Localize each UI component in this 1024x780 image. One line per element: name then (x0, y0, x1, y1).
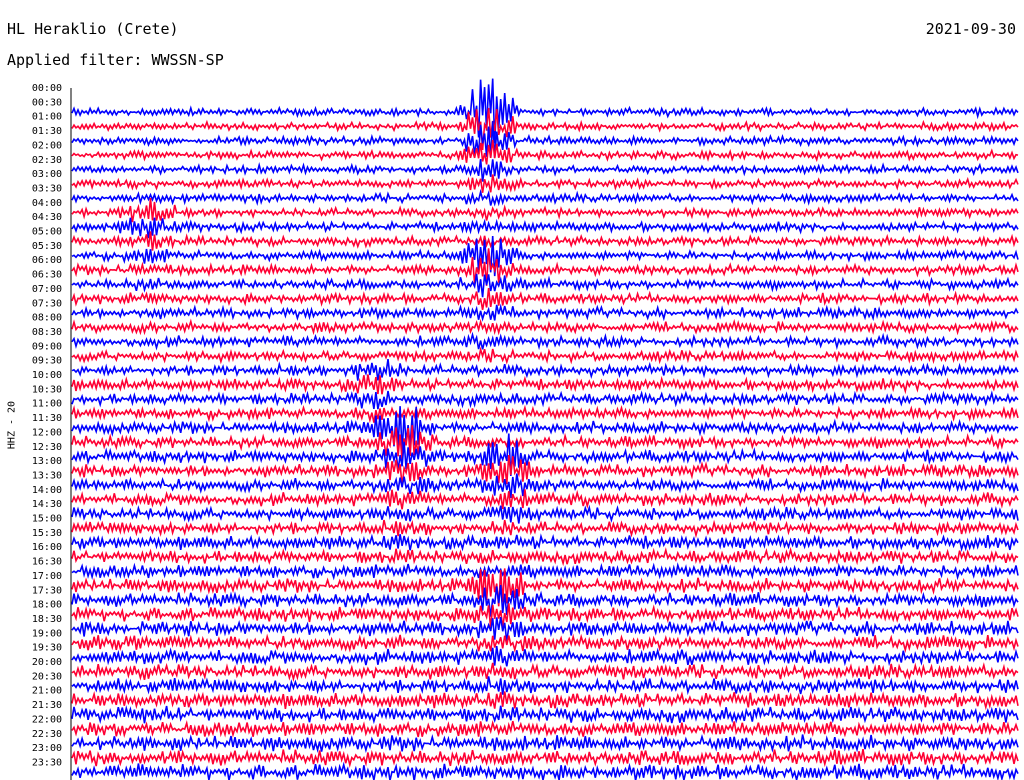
time-tick-0400: 04:00 (32, 198, 62, 209)
trace-line-2130 (71, 719, 1019, 738)
time-tick-1000: 10:00 (32, 370, 62, 381)
trace-line-0700 (71, 303, 1019, 322)
trace-line-1030 (71, 404, 1019, 424)
trace-line-1900 (71, 645, 1019, 667)
trace-line-0930 (71, 374, 1019, 395)
trace-line-1430 (71, 519, 1019, 539)
trace-line-0000 (71, 78, 1019, 144)
time-tick-2330: 23:30 (32, 757, 62, 768)
trace-line-0130 (71, 139, 1019, 165)
trace-line-2200 (71, 733, 1019, 754)
time-tick-1530: 15:30 (32, 528, 62, 539)
time-tick-2100: 21:00 (32, 686, 62, 697)
time-tick-1600: 16:00 (32, 542, 62, 553)
time-tick-0800: 08:00 (32, 313, 62, 324)
trace-line-0830 (71, 346, 1019, 365)
time-tick-0230: 02:30 (32, 155, 62, 166)
trace-line-0230 (71, 174, 1019, 193)
trace-line-0330 (71, 198, 1019, 223)
trace-line-1600 (71, 562, 1019, 581)
trace-line-1400 (71, 504, 1019, 524)
time-tick-1400: 14:00 (32, 485, 62, 496)
seismic-traces (71, 78, 1019, 780)
time-tick-0930: 09:30 (32, 356, 62, 367)
trace-line-2230 (71, 748, 1019, 768)
time-tick-1100: 11:00 (32, 399, 62, 410)
time-tick-0630: 06:30 (32, 270, 62, 281)
time-tick-2000: 20:00 (32, 657, 62, 668)
trace-line-0300 (71, 188, 1019, 207)
time-tick-1200: 12:00 (32, 427, 62, 438)
helicorder-plot: 00:00 00:30 01:00 01:30 02:00 02:30 03:00 03:30… (32, 78, 1019, 780)
time-tick-1630: 16:30 (32, 557, 62, 568)
trace-line-1300 (71, 473, 1019, 498)
time-tick-labels: 00:00 00:30 01:00 01:30 02:00 02:30 03:00 03:30… (32, 83, 62, 768)
time-tick-1730: 17:30 (32, 585, 62, 596)
trace-line-0900 (71, 358, 1019, 381)
trace-line-1330 (71, 489, 1019, 510)
time-tick-1330: 13:30 (32, 470, 62, 481)
time-tick-0030: 00:30 (32, 97, 62, 108)
time-tick-1300: 13:00 (32, 456, 62, 467)
time-tick-1700: 17:00 (32, 571, 62, 582)
time-tick-0130: 01:30 (32, 126, 62, 137)
trace-line-1930 (71, 662, 1019, 682)
time-tick-1030: 10:30 (32, 384, 62, 395)
trace-line-1500 (71, 533, 1019, 553)
time-tick-0600: 06:00 (32, 255, 62, 266)
time-tick-0100: 01:00 (32, 112, 62, 123)
time-tick-2030: 20:30 (32, 671, 62, 682)
trace-line-0400 (71, 217, 1019, 239)
time-tick-0300: 03:00 (32, 169, 62, 180)
trace-line-0800 (71, 331, 1019, 351)
time-tick-0830: 08:30 (32, 327, 62, 338)
trace-line-0430 (71, 231, 1019, 251)
trace-line-0730 (71, 318, 1019, 336)
time-tick-0730: 07:30 (32, 298, 62, 309)
time-tick-2230: 22:30 (32, 729, 62, 740)
time-tick-0500: 05:00 (32, 227, 62, 238)
time-tick-1930: 19:30 (32, 643, 62, 654)
time-tick-1500: 15:00 (32, 514, 62, 525)
time-tick-1800: 18:00 (32, 600, 62, 611)
time-tick-0200: 02:00 (32, 140, 62, 151)
trace-line-0630 (71, 288, 1019, 310)
trace-line-0200 (71, 159, 1019, 182)
time-tick-1900: 19:00 (32, 628, 62, 639)
time-tick-0900: 09:00 (32, 341, 62, 352)
time-tick-1130: 11:30 (32, 413, 62, 424)
trace-line-1530 (71, 546, 1019, 567)
trace-line-2100 (71, 705, 1019, 725)
trace-line-2030 (71, 691, 1019, 711)
trace-line-2000 (71, 676, 1019, 696)
time-tick-0700: 07:00 (32, 284, 62, 295)
time-tick-0000: 00:00 (32, 83, 62, 94)
trace-line-0030 (71, 107, 1019, 150)
time-tick-1230: 12:30 (32, 442, 62, 453)
time-tick-0530: 05:30 (32, 241, 62, 252)
trace-line-1000 (71, 390, 1019, 410)
time-tick-1830: 18:30 (32, 614, 62, 625)
time-tick-2130: 21:30 (32, 700, 62, 711)
trace-line-2300 (71, 761, 1019, 780)
trace-line-1830 (71, 633, 1019, 654)
time-tick-2200: 22:00 (32, 714, 62, 725)
time-tick-1430: 14:30 (32, 499, 62, 510)
time-tick-0430: 04:30 (32, 212, 62, 223)
time-tick-2300: 23:00 (32, 743, 62, 754)
time-tick-0330: 03:30 (32, 183, 62, 194)
